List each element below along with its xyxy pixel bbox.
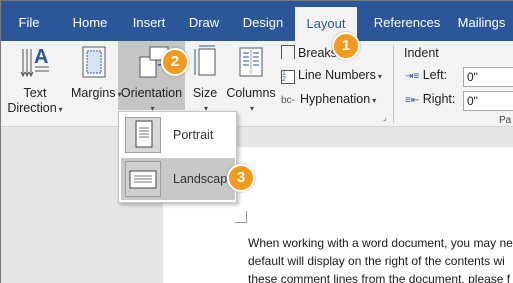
text-direction-label-1: Text	[23, 86, 47, 100]
svg-text:A: A	[34, 46, 48, 68]
tab-insert[interactable]: Insert	[123, 1, 175, 41]
size-button[interactable]: Size ▾	[189, 43, 221, 116]
page-corner-mark	[235, 211, 247, 223]
tab-mailings[interactable]: Mailings	[449, 1, 513, 41]
indent-left-label: ⇥≡ Left:	[405, 68, 448, 82]
document-line-1: When working with a word document, you m…	[248, 236, 513, 250]
columns-icon	[239, 47, 263, 77]
callout-3: 3	[227, 164, 255, 192]
columns-label: Columns	[226, 86, 276, 100]
document-line-2: default will display on the right of the…	[248, 254, 505, 268]
hyphenation-button[interactable]: bc- Hyphenation ▾	[281, 92, 376, 106]
portrait-thumb	[125, 117, 161, 153]
truncated-group-label: Pa	[499, 115, 512, 126]
margins-icon	[82, 46, 106, 78]
indent-left-input[interactable]: 0"	[463, 67, 513, 87]
orientation-label: Orientation	[120, 86, 183, 100]
breaks-icon	[281, 45, 295, 59]
landscape-label: Landscape	[173, 172, 235, 186]
indent-group-title: Indent	[404, 46, 439, 60]
margins-button[interactable]: Margins ▾	[71, 43, 122, 102]
portrait-label: Portrait	[173, 128, 214, 142]
size-icon	[194, 45, 216, 76]
line-numbers-button[interactable]: 1 2 Line Numbers ▾	[281, 68, 382, 84]
orientation-landscape-item[interactable]: Landscape	[121, 158, 235, 200]
text-direction-label-2: Direction ▾	[7, 101, 63, 115]
size-label: Size	[192, 86, 218, 100]
indent-right-icon: ≡⇤	[405, 95, 420, 106]
ribbon-separator	[393, 45, 394, 123]
portrait-icon	[135, 120, 153, 148]
indent-right-input[interactable]: 0"	[463, 91, 513, 111]
page-setup-launcher-icon[interactable]: ⌟	[383, 113, 387, 122]
text-direction-icon: A	[20, 46, 49, 78]
callout-1: 1	[332, 32, 360, 60]
tab-file[interactable]: File	[9, 1, 49, 41]
indent-right-label: ≡⇤ Right:	[405, 92, 456, 106]
tab-draw[interactable]: Draw	[181, 1, 227, 41]
tab-home[interactable]: Home	[64, 1, 116, 41]
orientation-portrait-item[interactable]: Portrait	[121, 114, 235, 156]
landscape-icon	[129, 170, 157, 189]
hyphenation-icon: bc-	[281, 95, 295, 106]
columns-button[interactable]: Columns ▾	[225, 43, 277, 116]
document-line-3: these comment lines from the document, p…	[248, 272, 511, 283]
line-numbers-icon: 12	[281, 70, 295, 84]
text-direction-button[interactable]: A Text Direction ▾	[5, 43, 65, 117]
tab-references[interactable]: References	[363, 1, 451, 41]
ribbon-layout-panel: A Text Direction▾ Margins▾ Orientation	[1, 41, 513, 127]
orientation-menu: Portrait Landscape	[118, 111, 237, 203]
landscape-thumb	[125, 161, 161, 197]
margins-label: Margins ▾	[71, 86, 122, 100]
ribbon-tab-bar: File Home Insert Draw Design Layout Refe…	[1, 1, 513, 41]
indent-left-icon: ⇥≡	[405, 71, 420, 82]
callout-2: 2	[161, 48, 189, 76]
tab-design[interactable]: Design	[235, 1, 291, 41]
